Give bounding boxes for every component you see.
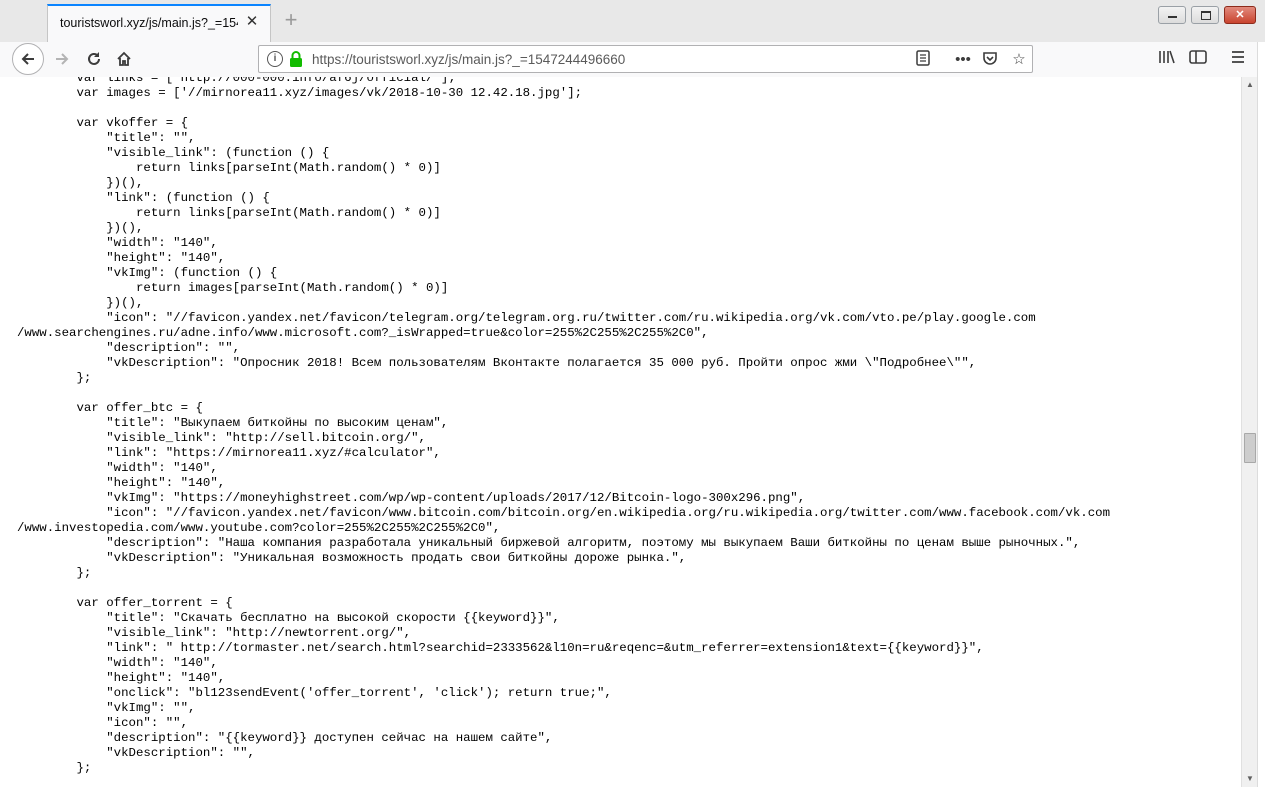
tab-main-js[interactable]: touristsworl.xyz/js/main.js?_=1547244496… xyxy=(47,4,271,42)
code-line: "vkImg": (function () { xyxy=(17,266,278,280)
code-line: "vkImg": "https://moneyhighstreet.com/wp… xyxy=(17,491,806,505)
code-line: "title": "", xyxy=(17,131,196,145)
home-icon[interactable] xyxy=(110,45,138,73)
code-line: "link": " http://tormaster.net/search.ht… xyxy=(17,641,984,655)
code-line: "width": "140", xyxy=(17,656,218,670)
scroll-up-arrow-icon[interactable]: ▲ xyxy=(1242,77,1258,93)
code-line: "icon": "", xyxy=(17,716,189,730)
navigation-toolbar: i https://touristsworl.xyz/js/main.js?_=… xyxy=(0,42,1265,78)
maximize-window-button[interactable] xyxy=(1191,6,1219,24)
code-line: "title": "Скачать бесплатно на высокой с… xyxy=(17,611,560,625)
code-line: var links = ['http://000-000.info/af6j/o… xyxy=(17,77,456,85)
forward-arrow-icon[interactable] xyxy=(48,45,76,73)
code-line: "width": "140", xyxy=(17,236,218,250)
source-view: var links = ['http://000-000.info/af6j/o… xyxy=(0,77,1241,787)
code-line: "description": "Наша компания разработал… xyxy=(17,536,1081,550)
code-line: "link": (function () { xyxy=(17,191,270,205)
code-line: "description": "", xyxy=(17,341,241,355)
code-line: })(), xyxy=(17,296,144,310)
code-line: }; xyxy=(17,566,92,580)
code-line: "vkDescription": "", xyxy=(17,746,255,760)
scrollbar-thumb[interactable] xyxy=(1244,433,1256,463)
sidebar-icon[interactable] xyxy=(1188,49,1208,69)
pocket-icon[interactable] xyxy=(980,50,1000,70)
code-line: "onclick": "bl123sendEvent('offer_torren… xyxy=(17,686,612,700)
reader-view-icon[interactable] xyxy=(913,50,933,70)
vertical-scrollbar[interactable]: ▲ ▼ xyxy=(1241,77,1258,787)
minimize-window-button[interactable] xyxy=(1158,6,1186,24)
code-line: return images[parseInt(Math.random() * 0… xyxy=(17,281,449,295)
tab-title: touristsworl.xyz/js/main.js?_=1547244496… xyxy=(60,16,238,30)
code-line: "visible_link": (function () { xyxy=(17,146,330,160)
code-line: return links[parseInt(Math.random() * 0)… xyxy=(17,161,441,175)
code-line: /www.searchengines.ru/adne.info/www.micr… xyxy=(17,326,709,340)
code-line: })(), xyxy=(17,176,144,190)
page-actions-icon[interactable]: ••• xyxy=(953,50,973,70)
close-icon[interactable]: ✕ xyxy=(244,14,260,30)
url-bar[interactable]: i https://touristsworl.xyz/js/main.js?_=… xyxy=(258,45,1033,73)
url-text[interactable]: https://touristsworl.xyz/js/main.js?_=15… xyxy=(312,52,625,67)
new-tab-plus-icon[interactable]: + xyxy=(281,9,301,31)
code-line: "icon": "//favicon.yandex.net/favicon/te… xyxy=(17,311,1036,325)
bookmark-star-icon[interactable]: ☆ xyxy=(1009,50,1029,70)
code-line: "description": "{{keyword}} доступен сей… xyxy=(17,731,553,745)
code-line: var vkoffer = { xyxy=(17,116,189,130)
code-line: "vkDescription": "Опросник 2018! Всем по… xyxy=(17,356,977,370)
code-line: "icon": "//favicon.yandex.net/favicon/ww… xyxy=(17,506,1111,520)
code-line: "height": "140", xyxy=(17,476,226,490)
code-line: var offer_btc = { xyxy=(17,401,203,415)
close-window-button[interactable] xyxy=(1224,6,1256,24)
code-line: "width": "140", xyxy=(17,461,218,475)
hamburger-menu-icon[interactable] xyxy=(1228,49,1248,69)
code-line: "vkImg": "", xyxy=(17,701,196,715)
code-line: "vkDescription": "Уникальная возможность… xyxy=(17,551,687,565)
code-line: })(), xyxy=(17,221,144,235)
window-border xyxy=(1257,42,1265,787)
code-block: var links = ['http://000-000.info/af6j/o… xyxy=(17,77,1110,776)
back-arrow-icon[interactable] xyxy=(12,43,44,75)
title-bar: touristsworl.xyz/js/main.js?_=1547244496… xyxy=(0,0,1265,43)
code-line: }; xyxy=(17,761,92,775)
code-line: return links[parseInt(Math.random() * 0)… xyxy=(17,206,441,220)
code-line: "visible_link": "http://newtorrent.org/"… xyxy=(17,626,412,640)
code-line: "height": "140", xyxy=(17,671,226,685)
code-line: "visible_link": "http://sell.bitcoin.org… xyxy=(17,431,426,445)
library-icon[interactable] xyxy=(1157,49,1177,69)
code-line: "title": "Выкупаем биткойны по высоким ц… xyxy=(17,416,449,430)
code-line: "link": "https://mirnorea11.xyz/#calcula… xyxy=(17,446,441,460)
reload-icon[interactable] xyxy=(80,45,108,73)
code-line: var images = ['//mirnorea11.xyz/images/v… xyxy=(17,86,583,100)
code-line: "height": "140", xyxy=(17,251,226,265)
code-line: /www.investopedia.com/www.youtube.com?co… xyxy=(17,521,501,535)
info-icon[interactable]: i xyxy=(267,51,283,67)
code-line: }; xyxy=(17,371,92,385)
lock-icon[interactable] xyxy=(289,50,303,68)
scroll-down-arrow-icon[interactable]: ▼ xyxy=(1242,771,1258,787)
code-line: var offer_torrent = { xyxy=(17,596,233,610)
